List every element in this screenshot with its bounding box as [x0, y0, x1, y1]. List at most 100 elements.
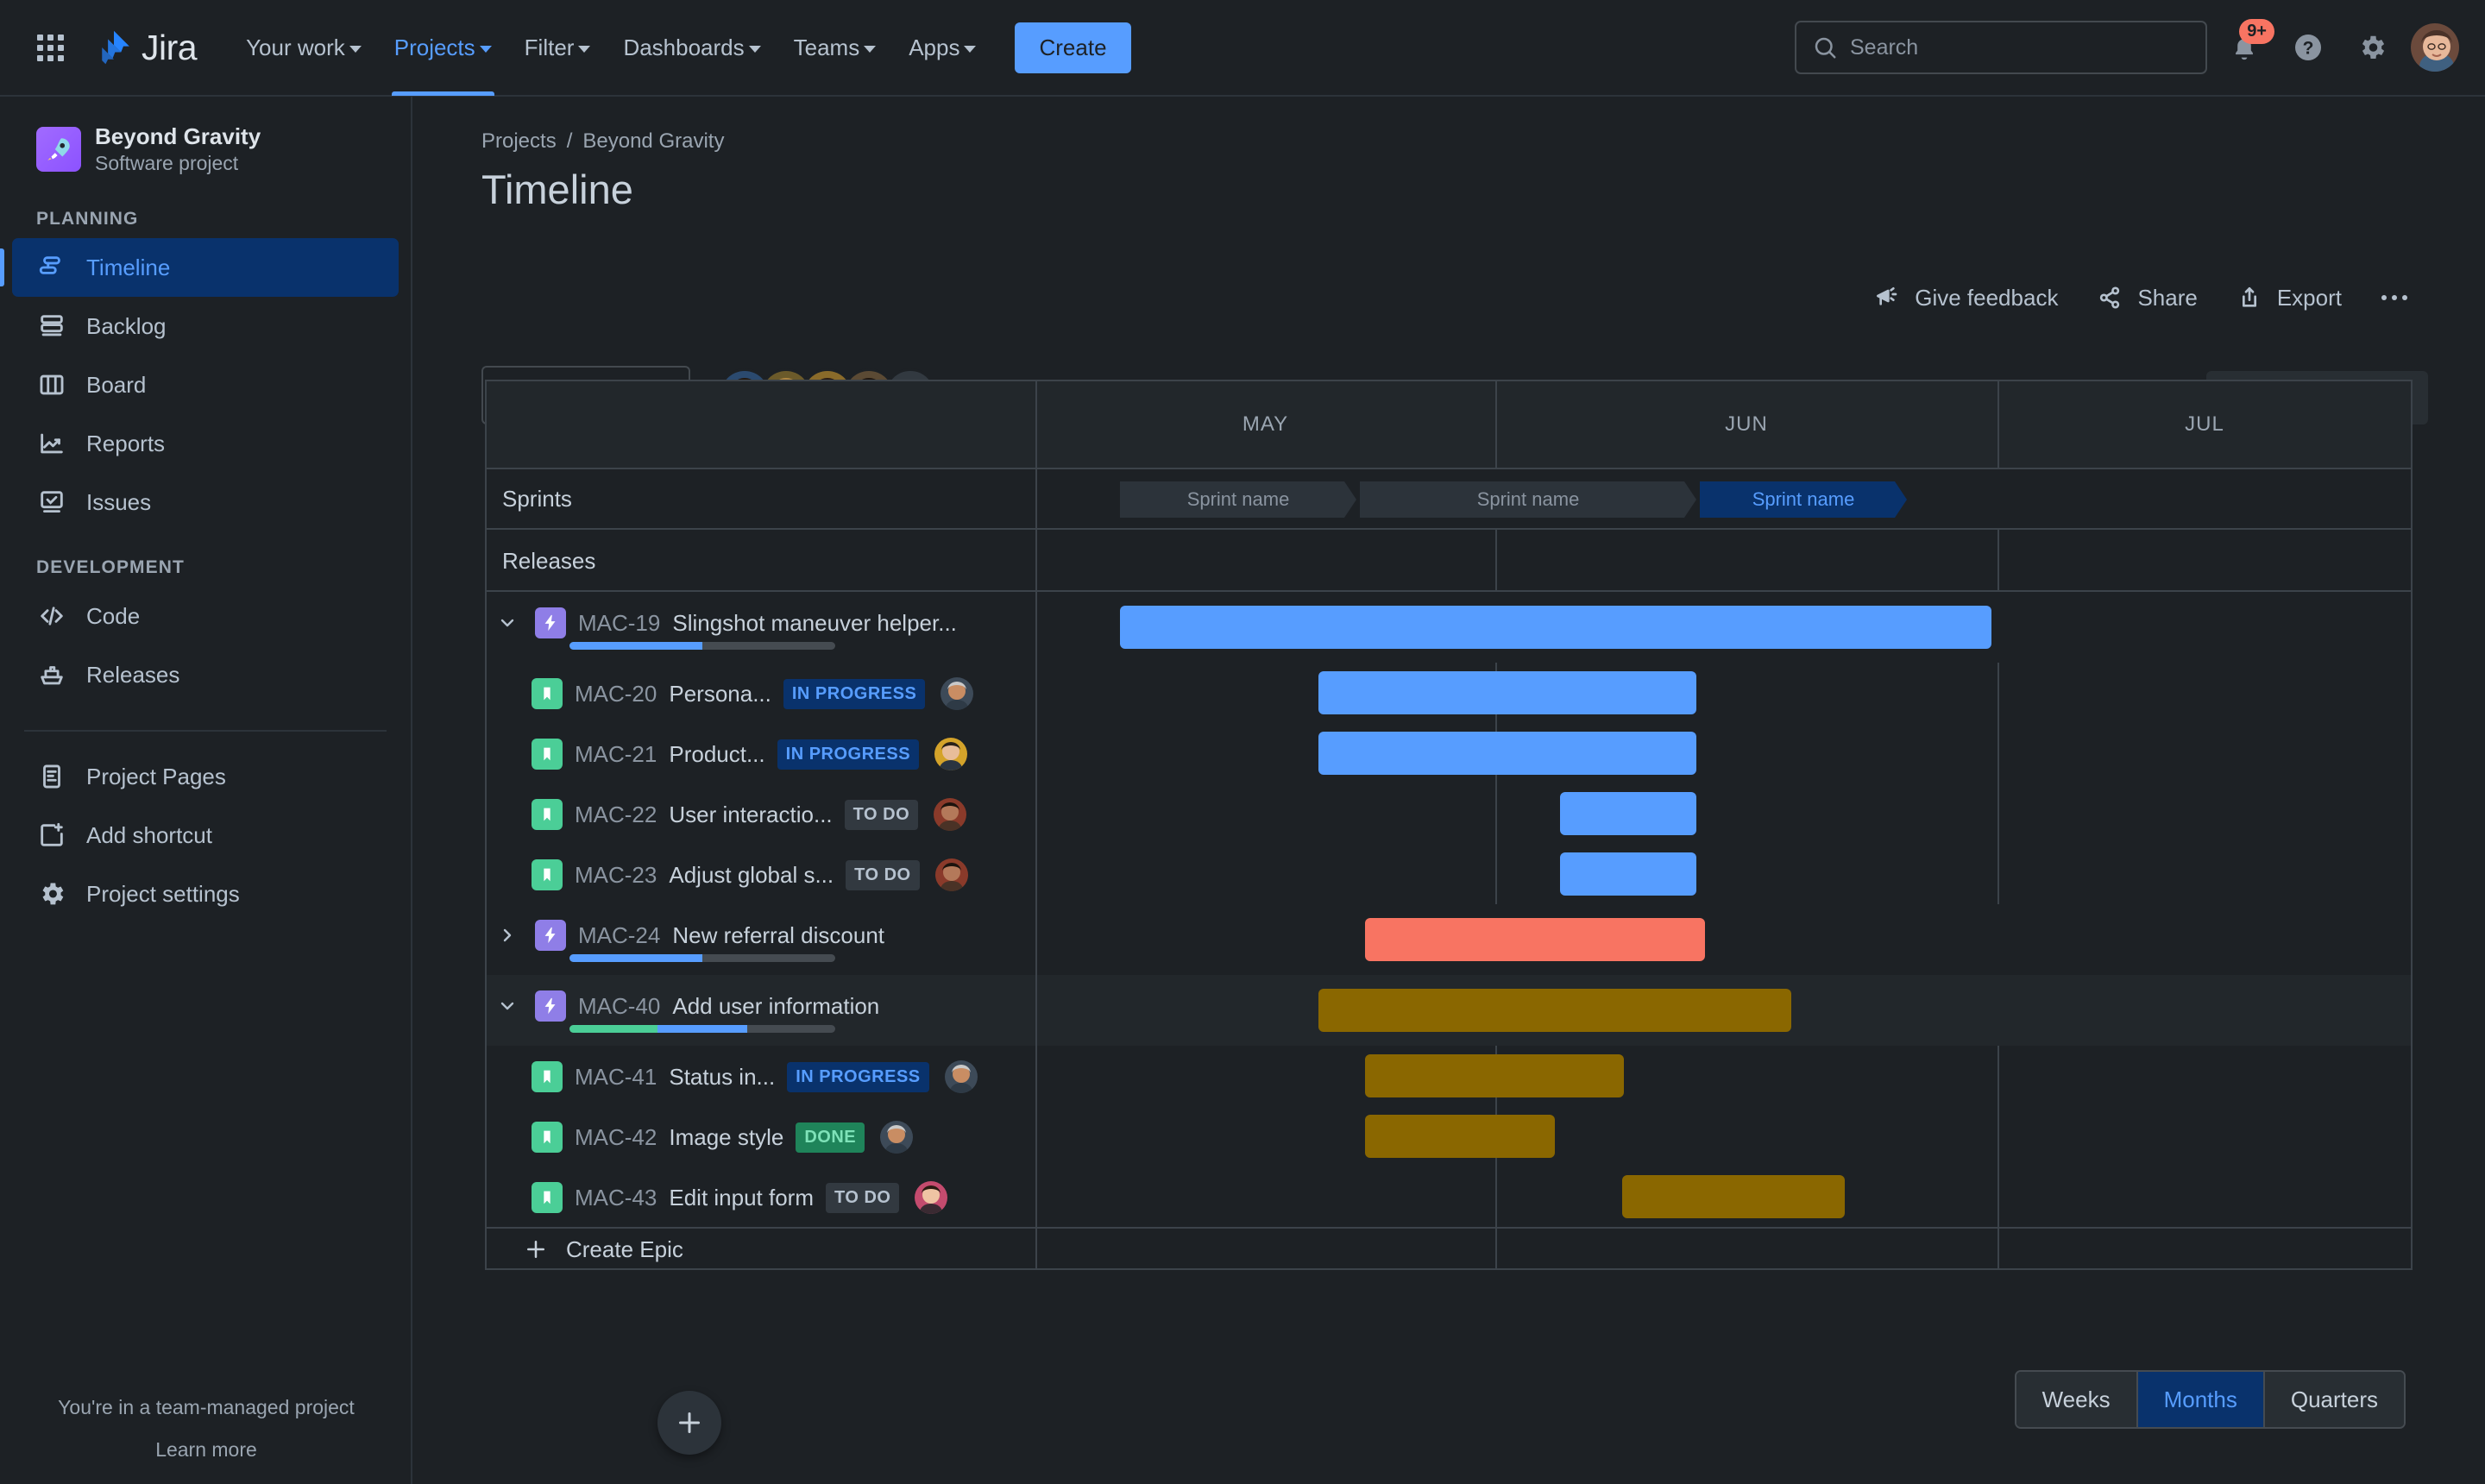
nav-item-filter[interactable]: Filter — [508, 0, 607, 96]
sidebar-item-timeline[interactable]: Timeline — [0, 238, 399, 298]
table-row[interactable]: MAC-43 Edit input form TO DO — [487, 1166, 2411, 1227]
chevron-down-icon[interactable] — [492, 607, 523, 638]
issue-summary[interactable]: New referral discount — [672, 922, 884, 949]
zoom-weeks-button[interactable]: Weeks — [2016, 1372, 2136, 1427]
export-button[interactable]: Export — [2217, 274, 2361, 322]
table-row[interactable]: MAC-41 Status in... IN PROGRESS — [487, 1046, 2411, 1106]
timeline-bar[interactable] — [1560, 792, 1696, 835]
timeline-bar[interactable] — [1318, 671, 1696, 714]
timeline-bar[interactable] — [1365, 1115, 1555, 1158]
issue-key[interactable]: MAC-42 — [575, 1124, 657, 1151]
give-feedback-button[interactable]: Give feedback — [1854, 274, 2077, 322]
sidebar-item-issues[interactable]: Issues — [12, 473, 399, 531]
add-issue-fab[interactable] — [657, 1391, 721, 1455]
more-actions-button[interactable] — [2361, 282, 2428, 313]
sidebar-item-add-shortcut[interactable]: Add shortcut — [12, 806, 399, 865]
notifications-button[interactable]: 9+ — [2218, 19, 2274, 74]
sidebar-item-releases[interactable]: Releases — [12, 645, 399, 704]
timeline-bar[interactable] — [1318, 732, 1696, 775]
story-bookmark-icon — [532, 1182, 563, 1213]
table-row[interactable]: MAC-19 Slingshot maneuver helper... — [487, 592, 2411, 663]
sidebar-item-board[interactable]: Board — [12, 355, 399, 414]
timeline-bar[interactable] — [1622, 1175, 1845, 1218]
plus-icon — [527, 1241, 544, 1258]
avatar[interactable] — [944, 1060, 978, 1093]
create-epic-button[interactable]: Create Epic — [487, 1229, 1035, 1270]
chevron-right-icon[interactable] — [492, 920, 523, 951]
app-switcher-button[interactable] — [24, 22, 76, 73]
sidebar-item-reports[interactable]: Reports — [12, 414, 399, 473]
user-avatar[interactable] — [2409, 22, 2461, 73]
avatar[interactable] — [915, 1181, 948, 1214]
issue-summary[interactable]: Image style — [669, 1124, 783, 1151]
issue-summary[interactable]: Product... — [669, 741, 764, 768]
timeline-zoom-control: Weeks Months Quarters — [2014, 1370, 2406, 1429]
issue-summary[interactable]: Persona... — [669, 681, 771, 707]
issue-key[interactable]: MAC-24 — [578, 922, 660, 949]
issue-summary[interactable]: Add user information — [672, 993, 879, 1020]
issue-summary[interactable]: Adjust global s... — [669, 862, 834, 889]
nav-item-apps[interactable]: Apps — [892, 0, 992, 96]
avatar-image — [934, 798, 967, 831]
table-row[interactable]: MAC-23 Adjust global s... TO DO — [487, 844, 2411, 904]
issue-key[interactable]: MAC-20 — [575, 681, 657, 707]
issue-summary[interactable]: Edit input form — [669, 1185, 814, 1211]
timeline-bar[interactable] — [1120, 606, 1991, 649]
global-search-input[interactable]: Search — [1795, 21, 2207, 74]
issue-summary[interactable]: User interactio... — [669, 802, 832, 828]
nav-item-projects[interactable]: Projects — [378, 0, 508, 96]
zoom-months-button[interactable]: Months — [2136, 1372, 2263, 1427]
avatar[interactable] — [934, 798, 967, 831]
jira-logo[interactable]: Jira — [95, 28, 198, 68]
sprint-pill[interactable]: Sprint name — [1360, 481, 1696, 518]
table-row[interactable]: MAC-40 Add user information — [487, 975, 2411, 1046]
learn-more-link[interactable]: Learn more — [0, 1438, 412, 1462]
table-row[interactable]: MAC-21 Product... IN PROGRESS — [487, 723, 2411, 783]
settings-button[interactable] — [2345, 21, 2399, 74]
issue-summary[interactable]: Slingshot maneuver helper... — [672, 610, 957, 637]
issue-key[interactable]: MAC-21 — [575, 741, 657, 768]
avatar[interactable] — [934, 738, 968, 770]
issue-summary[interactable]: Status in... — [669, 1064, 775, 1091]
issue-key[interactable]: MAC-19 — [578, 610, 660, 637]
create-button[interactable]: Create — [1015, 22, 1131, 73]
sidebar-item-project-settings[interactable]: Project settings — [12, 865, 399, 923]
sprint-pill[interactable]: Sprint name — [1120, 481, 1356, 518]
share-button[interactable]: Share — [2077, 274, 2216, 322]
project-header[interactable]: Beyond Gravity Software project — [0, 97, 411, 183]
avatar[interactable] — [880, 1121, 914, 1154]
sidebar-item-project-pages[interactable]: Project Pages — [12, 747, 399, 806]
help-button[interactable]: ? — [2281, 21, 2335, 74]
epic-bolt-icon — [535, 607, 566, 638]
nav-item-dashboards[interactable]: Dashboards — [607, 0, 777, 96]
sidebar-item-code[interactable]: Code — [12, 587, 399, 645]
timeline-bar[interactable] — [1365, 918, 1705, 961]
breadcrumb-projects[interactable]: Projects — [481, 129, 557, 154]
avatar[interactable] — [941, 677, 974, 710]
avatar-image — [934, 858, 968, 891]
zoom-quarters-button[interactable]: Quarters — [2262, 1372, 2404, 1427]
issue-key[interactable]: MAC-43 — [575, 1185, 657, 1211]
avatar[interactable] — [934, 858, 968, 891]
issue-key[interactable]: MAC-22 — [575, 802, 657, 828]
sprint-pill-active[interactable]: Sprint name — [1700, 481, 1907, 518]
chevron-down-icon[interactable] — [492, 990, 523, 1022]
timeline-bar[interactable] — [1318, 989, 1791, 1032]
timeline-bar[interactable] — [1560, 852, 1696, 896]
sidebar-item-backlog[interactable]: Backlog — [12, 297, 399, 355]
status-badge: TO DO — [844, 799, 919, 830]
story-bookmark-icon — [532, 799, 563, 830]
nav-item-teams[interactable]: Teams — [777, 0, 893, 96]
table-row[interactable]: MAC-20 Persona... IN PROGRESS — [487, 663, 2411, 723]
table-row[interactable]: MAC-42 Image style DONE — [487, 1106, 2411, 1166]
timeline-bar[interactable] — [1365, 1054, 1624, 1097]
issue-key[interactable]: MAC-23 — [575, 862, 657, 889]
nav-item-your-work[interactable]: Your work — [230, 0, 378, 96]
table-row[interactable]: MAC-24 New referral discount — [487, 904, 2411, 975]
issue-key[interactable]: MAC-40 — [578, 993, 660, 1020]
search-icon — [1815, 37, 1836, 59]
breadcrumb-current[interactable]: Beyond Gravity — [582, 129, 724, 154]
table-row[interactable]: MAC-22 User interactio... TO DO — [487, 783, 2411, 844]
issue-key[interactable]: MAC-41 — [575, 1064, 657, 1091]
sidebar-section-planning-label: PLANNING — [36, 209, 139, 230]
